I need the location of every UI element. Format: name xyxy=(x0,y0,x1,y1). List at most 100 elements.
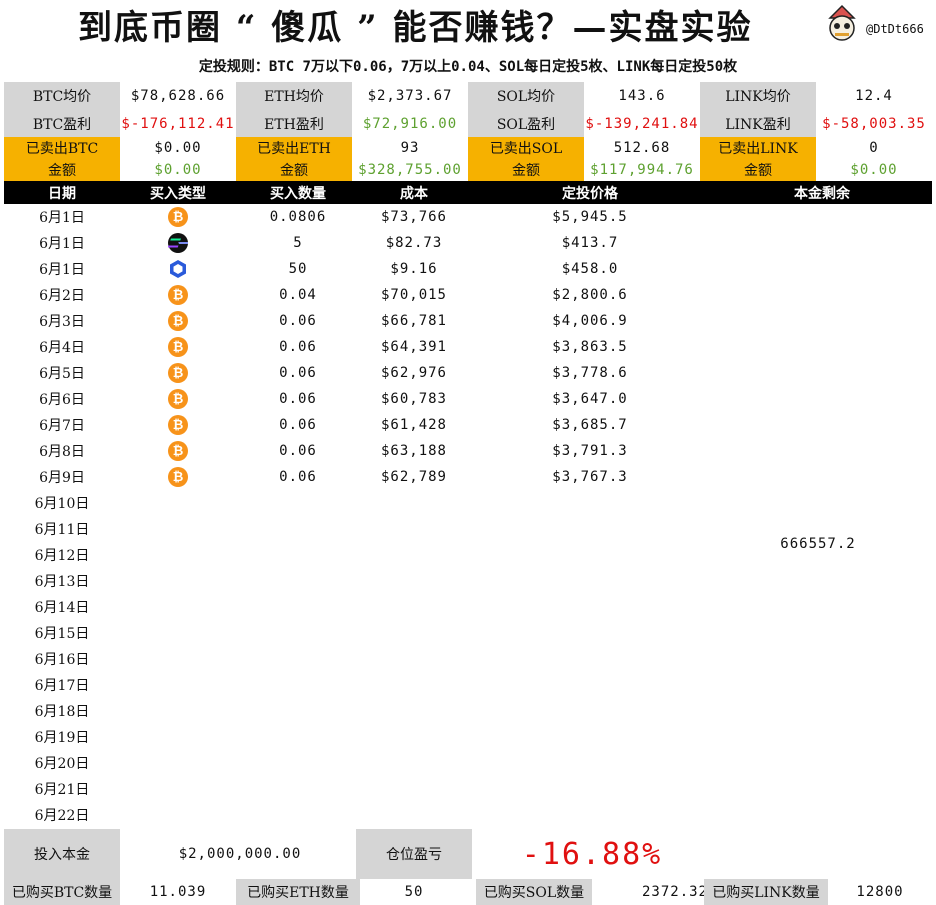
row-cost: $64,391 xyxy=(380,339,447,355)
sol-label-row2: SOL盈利 xyxy=(468,110,584,137)
link-label-row1: LINK均价 xyxy=(700,82,816,110)
btc-label-row1: BTC均价 xyxy=(4,82,120,110)
row-type: ₿ xyxy=(120,308,236,334)
header-cost: 成本 xyxy=(400,185,428,202)
solana-icon xyxy=(168,233,188,253)
principal-value: $2,000,000.00 xyxy=(178,846,302,862)
link-count: 12800 xyxy=(856,884,904,900)
sol-count-label: 已购买SOL数量 xyxy=(476,879,592,905)
table-row: 6月8日 ₿ 0.06 $63,188 $3,791.3 xyxy=(4,438,932,464)
row-date: 6月13日 xyxy=(34,574,90,590)
cat-hat-logo-icon xyxy=(824,4,860,42)
sol-label-row4: 金额 xyxy=(468,159,584,181)
table-header: 日期 买入类型 买入数量 成本 定投价格 本金剩余 xyxy=(4,181,932,204)
row-qty: 0.06 xyxy=(279,417,317,433)
link-label-row3: 已卖出LINK xyxy=(700,137,816,159)
row-date: 6月2日 xyxy=(39,288,85,304)
row-date: 6月1日 xyxy=(39,262,85,278)
link-value-row4: $0.00 xyxy=(850,162,898,178)
table-row: 6月1日 ₿ 0.0806 $73,766 $5,945.5 xyxy=(4,204,932,230)
table-row: 6月14日 xyxy=(4,594,932,620)
eth-value-row2: $72,916.00 xyxy=(362,115,458,132)
table-row: 6月1日 5 $82.73 $413.7 xyxy=(4,230,932,256)
row-date: 6月11日 xyxy=(34,522,90,538)
link-value-row2: $-58,003.35 xyxy=(822,115,926,132)
row-date: 6月1日 xyxy=(39,210,85,226)
table-row: 6月18日 xyxy=(4,698,932,724)
bitcoin-icon: ₿ xyxy=(168,441,188,461)
row-qty: 0.06 xyxy=(279,469,317,485)
row-qty: 0.06 xyxy=(279,339,317,355)
sol-count: 2372.32 xyxy=(641,884,708,900)
row-date: 6月16日 xyxy=(34,652,90,668)
investment-rule: 定投规则：BTC 7万以下0.06，7万以上0.04、SOL每日定投5枚、LIN… xyxy=(198,59,738,75)
link-label-row4: 金额 xyxy=(700,159,816,181)
header-remaining: 本金剩余 xyxy=(794,185,850,202)
row-type: ₿ xyxy=(120,438,236,464)
row-type: ₿ xyxy=(120,412,236,438)
bitcoin-icon: ₿ xyxy=(168,363,188,383)
row-price: $4,006.9 xyxy=(552,313,628,329)
bottom-summary: 投入本金 $2,000,000.00 仓位盈亏 -16.88% xyxy=(4,829,932,879)
row-type: ₿ xyxy=(120,334,236,360)
row-date: 6月15日 xyxy=(34,626,90,642)
row-date: 6月3日 xyxy=(39,314,85,330)
link-value-row3: 0 xyxy=(869,140,879,156)
page-title: 到底币圈 “ 傻瓜 ” 能否赚钱？—实盘实验 xyxy=(78,8,753,48)
row-date: 6月12日 xyxy=(34,548,90,564)
sol-value-row4: $117,994.76 xyxy=(590,162,694,178)
table-row: 6月15日 xyxy=(4,620,932,646)
btc-value-row3: $0.00 xyxy=(154,140,202,156)
row-cost: $62,976 xyxy=(380,365,447,381)
eth-value-row4: $328,755.00 xyxy=(358,162,462,178)
table-row: 6月13日 xyxy=(4,568,932,594)
row-date: 6月5日 xyxy=(39,366,85,382)
row-price: $3,791.3 xyxy=(552,443,628,459)
btc-count: 11.039 xyxy=(149,884,207,900)
principal-label: 投入本金 xyxy=(4,829,120,879)
eth-count: 50 xyxy=(404,884,424,900)
bitcoin-icon: ₿ xyxy=(168,389,188,409)
table-row: 6月20日 xyxy=(4,750,932,776)
row-price: $458.0 xyxy=(561,261,619,277)
title-bar: 到底币圈 “ 傻瓜 ” 能否赚钱？—实盘实验 @DtDt666 xyxy=(0,0,936,52)
btc-label-row3: 已卖出BTC xyxy=(4,137,120,159)
table-row: 6月4日 ₿ 0.06 $64,391 $3,863.5 xyxy=(4,334,932,360)
btc-label-row4: 金额 xyxy=(4,159,120,181)
header-date: 日期 xyxy=(48,185,76,202)
row-date: 6月14日 xyxy=(34,600,90,616)
sol-value-row1: 143.6 xyxy=(618,88,666,104)
row-type xyxy=(120,230,236,256)
row-qty: 50 xyxy=(288,261,308,277)
table-row: 6月19日 xyxy=(4,724,932,750)
eth-value-row3: 93 xyxy=(400,140,420,156)
row-date: 6月4日 xyxy=(39,340,85,356)
table-row: 6月5日 ₿ 0.06 $62,976 $3,778.6 xyxy=(4,360,932,386)
sol-value-row3: 512.68 xyxy=(613,140,671,156)
pnl-label: 仓位盈亏 xyxy=(356,829,472,879)
header-qty: 买入数量 xyxy=(270,185,326,202)
row-qty: 0.0806 xyxy=(269,209,327,225)
eth-label-row3: 已卖出ETH xyxy=(236,137,352,159)
author-handle: @DtDt666 xyxy=(866,22,924,36)
row-price: $3,778.6 xyxy=(552,365,628,381)
row-type: ₿ xyxy=(120,386,236,412)
row-date: 6月10日 xyxy=(34,496,90,512)
row-cost: $82.73 xyxy=(385,235,443,251)
row-qty: 0.06 xyxy=(279,443,317,459)
btc-label-row2: BTC盈利 xyxy=(4,110,120,137)
row-cost: $61,428 xyxy=(380,417,447,433)
btc-value-row2: $-176,112.41 xyxy=(121,115,235,132)
row-date: 6月9日 xyxy=(39,470,85,486)
header-type: 买入类型 xyxy=(150,185,206,202)
row-cost: $66,781 xyxy=(380,313,447,329)
bitcoin-icon: ₿ xyxy=(168,207,188,227)
row-price: $3,863.5 xyxy=(552,339,628,355)
eth-label-row2: ETH盈利 xyxy=(236,110,352,137)
eth-count-label: 已购买ETH数量 xyxy=(236,879,360,905)
btc-value-row4: $0.00 xyxy=(154,162,202,178)
row-qty: 0.06 xyxy=(279,365,317,381)
row-price: $413.7 xyxy=(561,235,619,251)
row-type: ₿ xyxy=(120,464,236,490)
row-date: 6月19日 xyxy=(34,730,90,746)
